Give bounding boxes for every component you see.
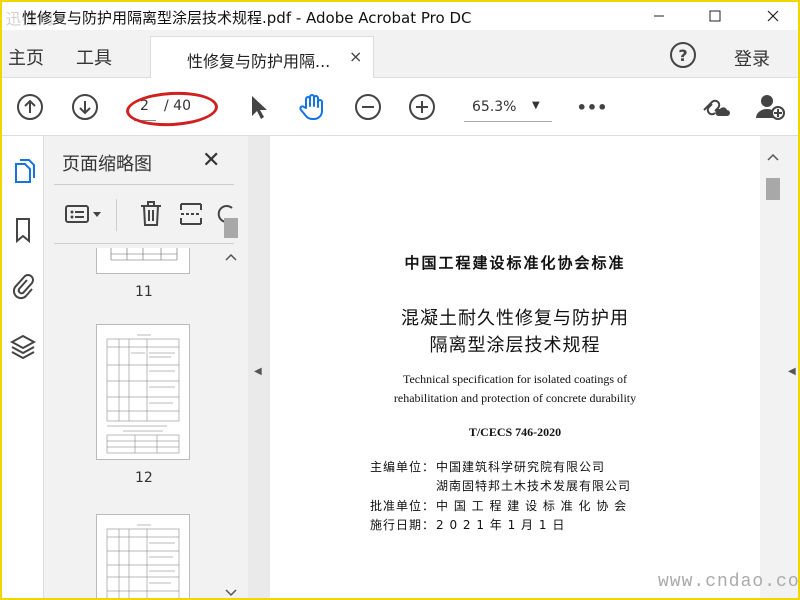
approval-unit: 中 国 工 程 建 设 标 准 化 协 会 — [436, 499, 628, 513]
scroll-arrows — [225, 253, 237, 597]
left-rail — [2, 136, 44, 598]
minimize-button[interactable] — [636, 2, 682, 30]
hand-icon — [299, 94, 323, 120]
thumbnail-page-number: 11 — [135, 284, 153, 300]
document-page: 中国工程建设标准化协会标准 混凝土耐久性修复与防护用 隔离型涂层技术规程 Tec… — [270, 136, 760, 598]
login-button[interactable]: 登录 — [734, 45, 770, 71]
rail-attachments[interactable] — [2, 266, 44, 306]
arrow-up-circle-icon — [17, 94, 43, 120]
panel-collapse-strip[interactable]: ◀ — [248, 136, 270, 598]
zoom-select[interactable]: 65.3% ▼ — [464, 96, 552, 122]
share-link-button[interactable] — [698, 91, 730, 123]
document-scrollbar[interactable] — [762, 136, 784, 598]
thumbnail-panel: 页面缩略图 ✕ 11 12 — [44, 136, 248, 598]
chief-editor-unit2: 湖南固特邦土木技术发展有限公司 — [436, 479, 632, 493]
panel-close-button[interactable]: ✕ — [202, 148, 220, 173]
thumbnail-content — [106, 524, 180, 598]
thumbnail-scroll-thumb[interactable] — [224, 218, 238, 238]
layers-icon — [10, 334, 36, 360]
rail-page-thumbnails[interactable] — [2, 152, 44, 192]
pointer-arrow-icon — [252, 96, 267, 119]
thumbnail-options-button[interactable] — [64, 199, 104, 229]
document-title-line2: 隔离型涂层技术规程 — [429, 335, 601, 356]
approval-label: 批准单位： — [370, 499, 436, 513]
rail-bookmarks[interactable] — [2, 210, 44, 250]
arrow-down-circle-icon — [72, 94, 98, 120]
list-options-icon — [65, 205, 101, 223]
expand-right-panel-icon[interactable]: ◀ — [788, 366, 796, 377]
standard-number: T/CECS 746-2020 — [468, 425, 562, 439]
window-title: 性修复与防护用隔离型涂层技术规程.pdf - Adobe Acrobat Pro… — [22, 9, 472, 27]
thumbnail-content — [110, 248, 178, 261]
document-tab[interactable]: 性修复与防护用隔... × — [150, 36, 374, 78]
add-user-button[interactable] — [754, 91, 786, 123]
close-icon — [767, 10, 779, 22]
menu-home[interactable]: 主页 — [8, 44, 44, 70]
panel-toolbar — [54, 184, 234, 244]
chief-editor-unit1: 中国建筑科学研究院有限公司 — [436, 460, 606, 474]
document-tab-close-button[interactable]: × — [349, 47, 362, 66]
add-user-icon — [756, 95, 785, 120]
document-title-line1: 混凝土耐久性修复与防护用 — [401, 308, 629, 329]
trash-icon — [141, 201, 161, 226]
extract-page-button[interactable] — [178, 199, 204, 229]
title-bar: 迅捷网 性修复与防护用隔离型涂层技术规程.pdf - Adobe Acrobat… — [2, 2, 798, 30]
previous-page-button[interactable] — [14, 91, 46, 123]
zoom-out-button[interactable] — [352, 91, 384, 123]
plus-circle-icon — [409, 94, 435, 120]
collapse-left-icon: ◀ — [254, 366, 262, 377]
more-tools-button[interactable]: ••• — [576, 91, 608, 123]
minimize-icon — [654, 15, 664, 17]
hand-tool-button[interactable] — [296, 91, 328, 123]
page-thumbnail-11[interactable] — [96, 248, 190, 274]
zoom-value: 65.3% — [472, 99, 517, 115]
watermark-url: www.cndao.com — [658, 572, 800, 592]
effective-date: 2 0 2 1 年 1 月 1 日 — [436, 518, 566, 532]
effective-date-label: 施行日期： — [370, 518, 436, 532]
document-scroll-thumb[interactable] — [766, 178, 780, 200]
org-title: 中国工程建设标准化协会标准 — [404, 254, 626, 272]
english-title-line2: rehabilitation and protection of concret… — [393, 391, 637, 405]
toolbar: 2 / 40 65.3% ▼ ••• — [2, 78, 798, 136]
select-tool-button[interactable] — [242, 91, 274, 123]
english-title-line1: Technical specification for isolated coa… — [402, 372, 628, 386]
maximize-icon — [709, 10, 721, 22]
page-thumbnail-13[interactable] — [96, 514, 190, 598]
scroll-up-icon — [767, 153, 779, 161]
paperclip-icon — [12, 274, 34, 300]
zoom-in-button[interactable] — [406, 91, 438, 123]
thumbnail-page-number: 12 — [135, 470, 153, 486]
menu-row: 主页 工具 性修复与防护用隔... × ? 登录 — [2, 30, 798, 78]
menu-tools[interactable]: 工具 — [76, 44, 112, 70]
page-thumbnail-12[interactable] — [96, 324, 190, 460]
document-tab-label: 性修复与防护用隔... — [187, 52, 331, 71]
bookmark-icon — [16, 218, 30, 244]
rail-layers[interactable] — [2, 326, 44, 366]
panel-toolbar-divider — [116, 199, 117, 231]
thumbnail-content — [106, 334, 180, 454]
pages-icon — [15, 159, 35, 183]
acrobat-window: 迅捷网 性修复与防护用隔离型涂层技术规程.pdf - Adobe Acrobat… — [0, 0, 800, 600]
chief-editor-label: 主编单位： — [370, 460, 436, 474]
link-cloud-icon — [703, 99, 730, 116]
chevron-down-icon: ▼ — [532, 100, 540, 111]
help-icon[interactable]: ? — [670, 42, 696, 68]
maximize-button[interactable] — [692, 2, 738, 30]
thumbnail-scrollbar[interactable] — [220, 248, 242, 598]
close-window-button[interactable] — [750, 2, 796, 30]
panel-title: 页面缩略图 — [62, 154, 152, 175]
insert-page-icon — [180, 203, 202, 225]
next-page-button[interactable] — [69, 91, 101, 123]
minus-circle-icon — [355, 94, 381, 120]
delete-page-button[interactable] — [138, 199, 164, 229]
